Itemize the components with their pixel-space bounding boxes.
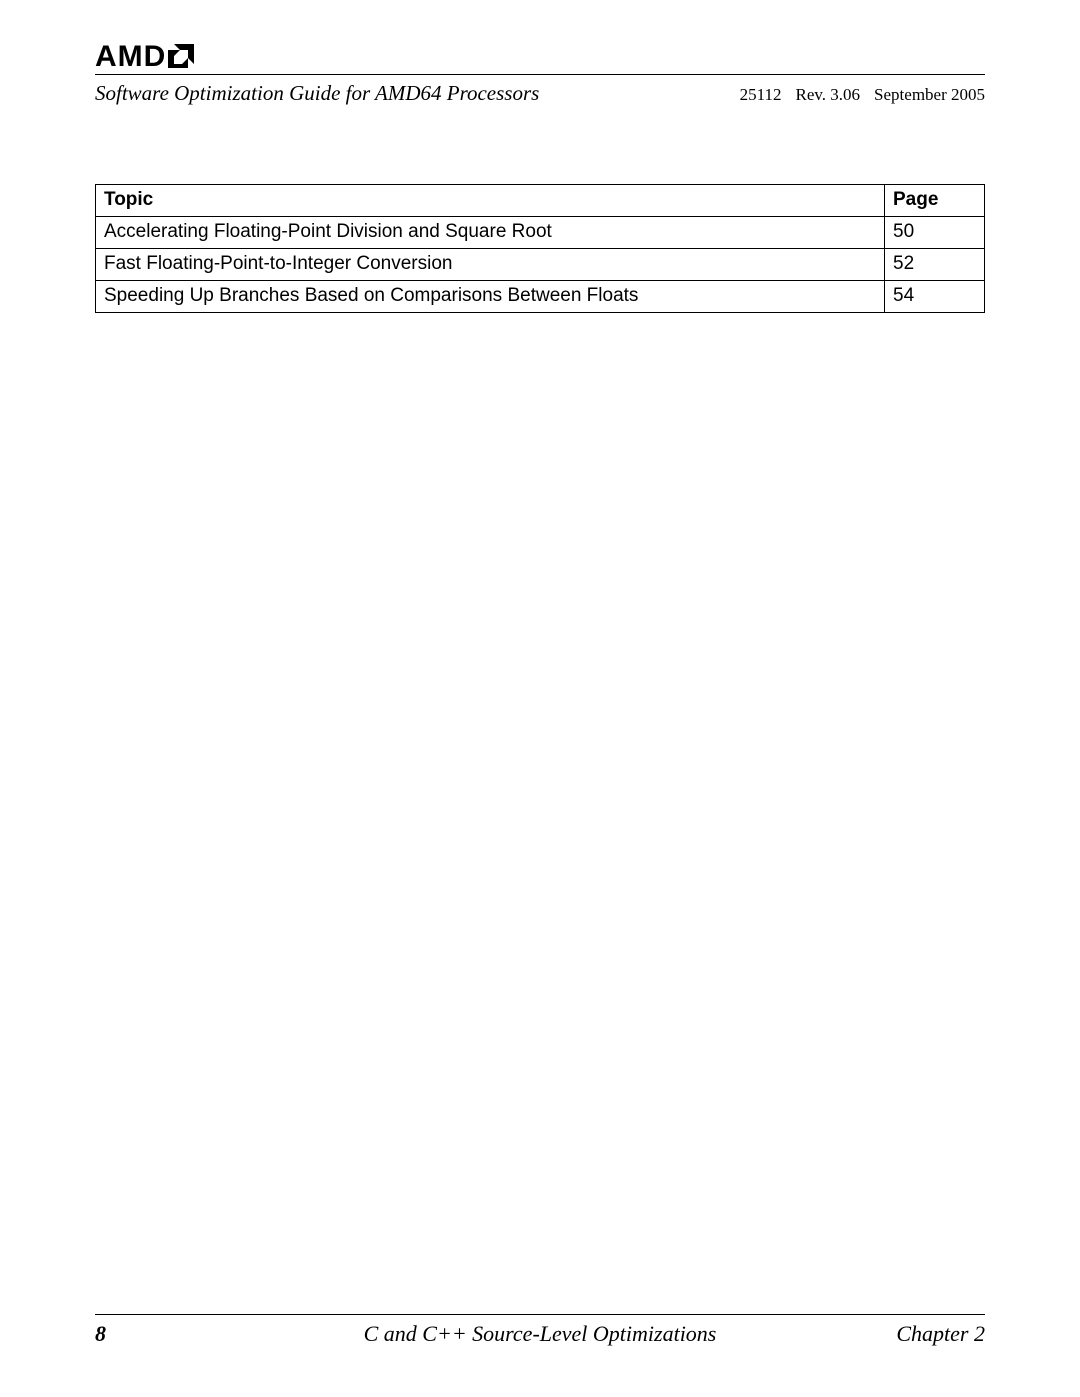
cell-page: 50 bbox=[885, 217, 985, 249]
cell-topic: Speeding Up Branches Based on Comparison… bbox=[96, 281, 885, 313]
header-band: Software Optimization Guide for AMD64 Pr… bbox=[95, 81, 985, 106]
footer: 8 C and C++ Source-Level Optimizations C… bbox=[95, 1314, 985, 1347]
topic-table: Topic Page Accelerating Floating-Point D… bbox=[95, 184, 985, 313]
cell-page: 54 bbox=[885, 281, 985, 313]
footer-band: 8 C and C++ Source-Level Optimizations C… bbox=[95, 1321, 985, 1347]
amd-logo-arrow-icon bbox=[168, 42, 194, 76]
document-meta: 25112 Rev. 3.06 September 2005 bbox=[740, 85, 985, 105]
amd-logo: AMD bbox=[95, 40, 985, 72]
table-header-row: Topic Page bbox=[96, 185, 985, 217]
doc-date: September 2005 bbox=[874, 85, 985, 105]
doc-number: 25112 bbox=[740, 85, 782, 105]
doc-revision: Rev. 3.06 bbox=[796, 85, 861, 105]
col-header-topic: Topic bbox=[96, 185, 885, 217]
amd-logo-text: AMD bbox=[95, 40, 166, 74]
chapter-indicator: Chapter 2 bbox=[896, 1321, 985, 1347]
cell-topic: Fast Floating-Point-to-Integer Conversio… bbox=[96, 249, 885, 281]
cell-topic: Accelerating Floating-Point Division and… bbox=[96, 217, 885, 249]
page-number: 8 bbox=[95, 1321, 106, 1347]
footer-divider bbox=[95, 1314, 985, 1315]
document-title: Software Optimization Guide for AMD64 Pr… bbox=[95, 81, 539, 106]
section-title: C and C++ Source-Level Optimizations bbox=[364, 1321, 717, 1347]
col-header-page: Page bbox=[885, 185, 985, 217]
cell-page: 52 bbox=[885, 249, 985, 281]
table-row: Speeding Up Branches Based on Comparison… bbox=[96, 281, 985, 313]
table-row: Accelerating Floating-Point Division and… bbox=[96, 217, 985, 249]
content-area: Topic Page Accelerating Floating-Point D… bbox=[95, 184, 985, 313]
table-row: Fast Floating-Point-to-Integer Conversio… bbox=[96, 249, 985, 281]
header-divider bbox=[95, 74, 985, 75]
